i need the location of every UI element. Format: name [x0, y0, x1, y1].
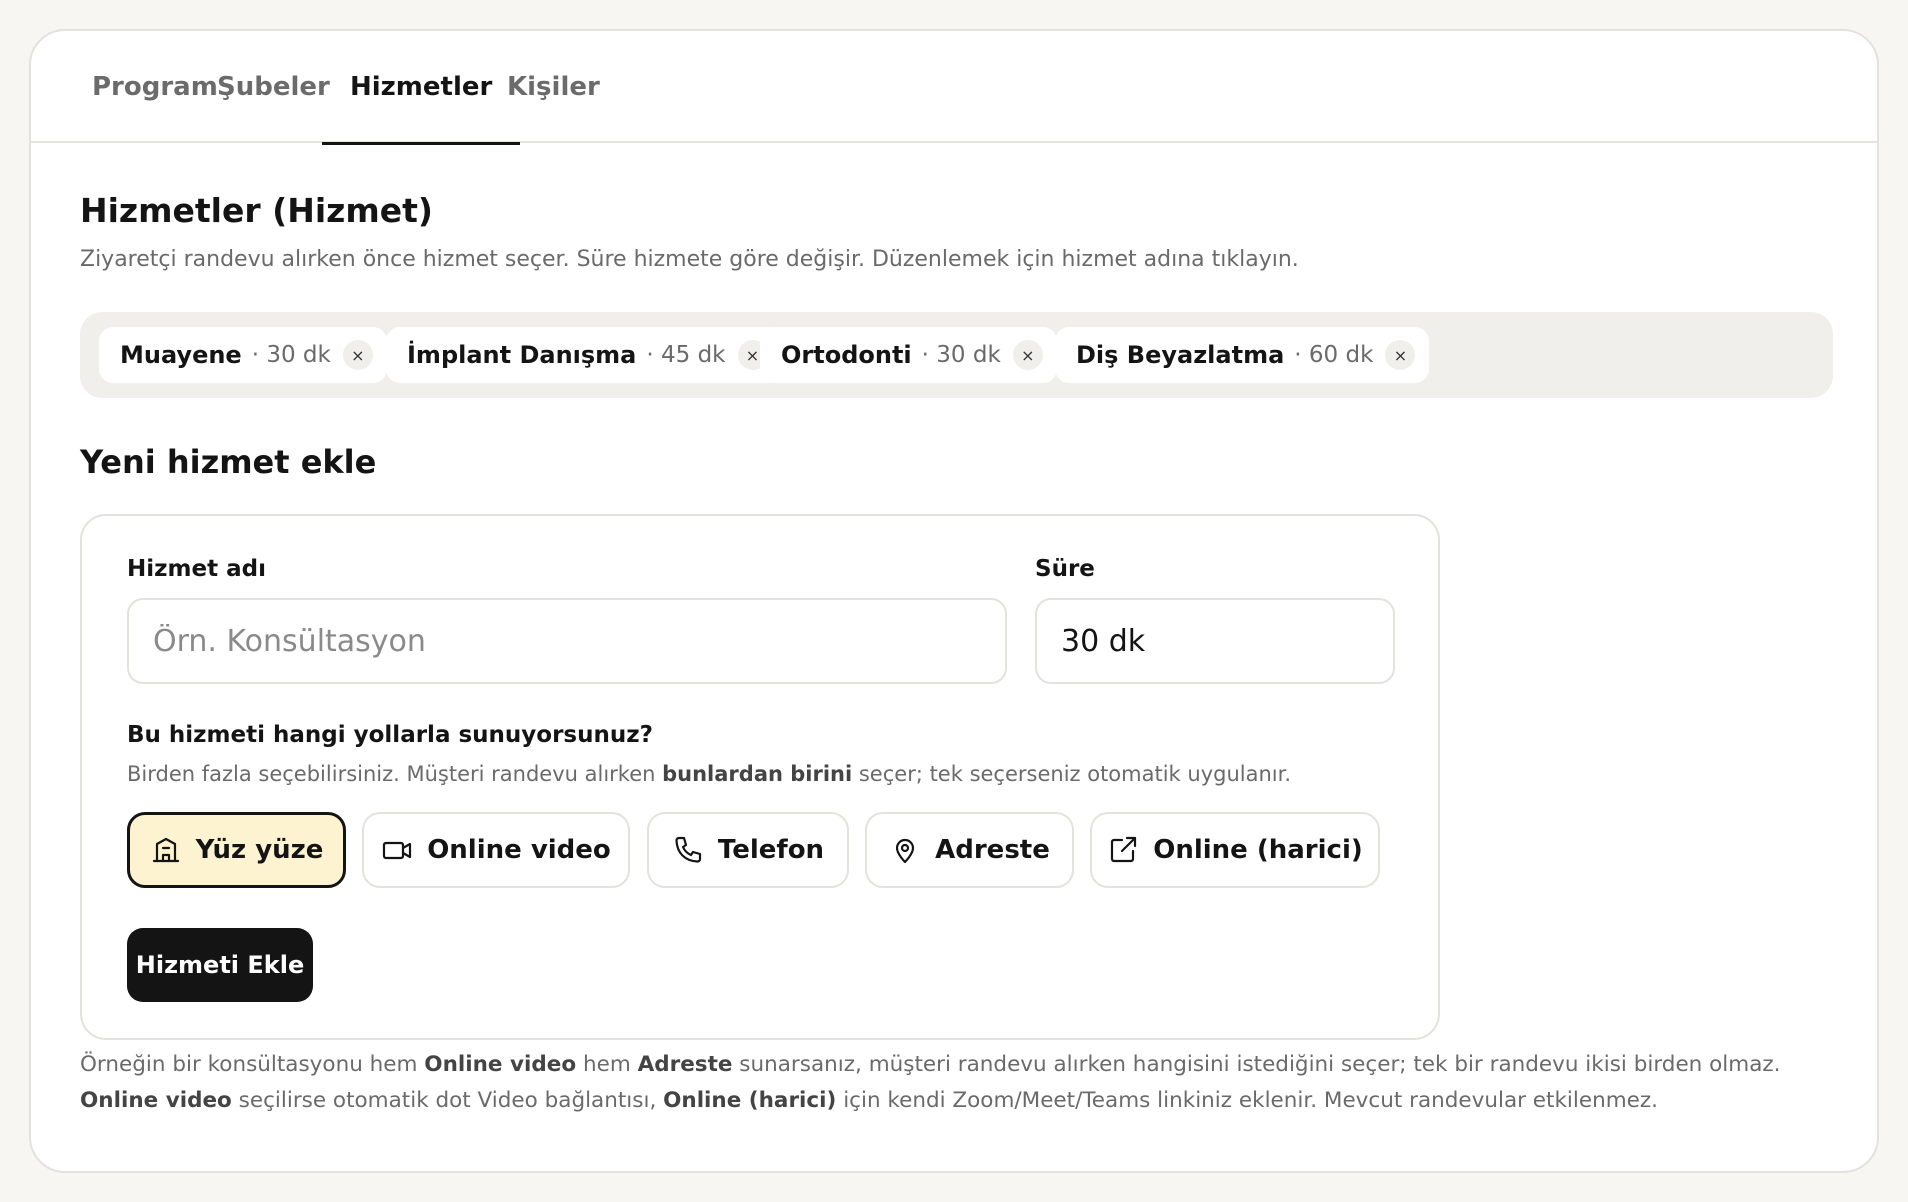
option-label: Online video	[427, 835, 611, 865]
note-emphasis: Online video	[80, 1088, 232, 1113]
option-yuz-yuze[interactable]: Yüz yüze	[127, 812, 346, 888]
service-name-label: Hizmet adı	[127, 556, 266, 582]
option-online-harici[interactable]: Online (harici)	[1090, 812, 1380, 888]
note-text: için kendi Zoom/Meet/Teams linkiniz ekle…	[836, 1088, 1659, 1113]
building-icon	[152, 837, 179, 863]
external-link-icon	[1111, 836, 1137, 863]
note-emphasis: Online (harici)	[663, 1088, 837, 1113]
tab-program[interactable]: Program	[92, 31, 218, 143]
info-note: Örneğin bir konsültasyonu hem Online vid…	[80, 1047, 1850, 1119]
service-duration: · 60 dk	[1294, 342, 1374, 368]
remove-service-button[interactable]: ×	[1385, 340, 1416, 370]
new-service-title: Yeni hizmet ekle	[80, 443, 377, 481]
note-text: Örneğin bir konsültasyonu hem	[80, 1052, 425, 1077]
map-pin-icon	[896, 838, 915, 864]
tab-kisiler[interactable]: Kişiler	[507, 31, 600, 143]
tab-subeler[interactable]: Şubeler	[217, 31, 330, 143]
tab-hizmetler[interactable]: Hizmetler	[321, 31, 521, 145]
video-icon	[383, 841, 412, 860]
settings-card: Program Şubeler Hizmetler Kişiler Hizmet…	[29, 29, 1879, 1173]
option-label: Online (harici)	[1153, 835, 1363, 865]
service-chip-beyazlatma: Diş Beyazlatma · 60 dk ×	[1055, 327, 1430, 383]
option-label: Telefon	[717, 835, 825, 865]
section-title: Hizmetler (Hizmet)	[80, 191, 433, 230]
hint-text: seçer; tek seçerseniz otomatik uygulanır…	[852, 762, 1291, 786]
service-name-input[interactable]	[127, 598, 1007, 684]
service-list: Muayene · 30 dk × İmplant Danışma · 45 d…	[80, 312, 1833, 398]
duration-label: Süre	[1035, 556, 1095, 582]
service-chip-implant: İmplant Danışma · 45 dk ×	[386, 327, 782, 383]
hint-emphasis: bunlardan birini	[662, 762, 853, 786]
new-service-form: Hizmet adı Süre Bu hizmeti hangi yollarl…	[80, 514, 1440, 1040]
service-chip-ortodonti: Ortodonti · 30 dk ×	[760, 327, 1057, 383]
note-text: seçilirse otomatik dot Video bağlantısı,	[231, 1088, 664, 1113]
note-emphasis: Adreste	[637, 1052, 733, 1077]
option-label: Yüz yüze	[195, 835, 324, 865]
option-adreste[interactable]: Adreste	[865, 812, 1074, 888]
service-name[interactable]: Muayene	[120, 341, 242, 369]
phone-icon	[675, 836, 702, 863]
service-name[interactable]: Ortodonti	[781, 341, 912, 369]
hint-text: Birden fazla seçebilirsiniz. Müşteri ran…	[127, 762, 663, 786]
section-subtitle: Ziyaretçi randevu alırken önce hizmet se…	[80, 247, 1299, 272]
service-duration: · 30 dk	[251, 342, 331, 368]
service-duration: · 45 dk	[646, 342, 726, 368]
service-name[interactable]: İmplant Danışma	[407, 341, 636, 369]
note-emphasis: Online video	[424, 1052, 577, 1077]
service-chip-muayene: Muayene · 30 dk ×	[99, 327, 387, 383]
add-service-button[interactable]: Hizmeti Ekle	[127, 928, 313, 1002]
delivery-question: Bu hizmeti hangi yollarla sunuyorsunuz?	[127, 722, 653, 748]
note-text: hem	[576, 1052, 638, 1077]
note-text: sunarsanız, müşteri randevu alırken hang…	[732, 1052, 1781, 1077]
tab-bar: Program Şubeler Hizmetler Kişiler	[31, 31, 1877, 145]
option-label: Adreste	[935, 835, 1050, 865]
option-online-video[interactable]: Online video	[362, 812, 630, 888]
service-duration: · 30 dk	[921, 342, 1001, 368]
duration-input[interactable]	[1035, 598, 1395, 684]
option-telefon[interactable]: Telefon	[647, 812, 849, 888]
remove-service-button[interactable]: ×	[1012, 340, 1043, 370]
remove-service-button[interactable]: ×	[342, 340, 373, 370]
delivery-hint: Birden fazla seçebilirsiniz. Müşteri ran…	[127, 762, 1291, 786]
service-name[interactable]: Diş Beyazlatma	[1076, 341, 1284, 369]
